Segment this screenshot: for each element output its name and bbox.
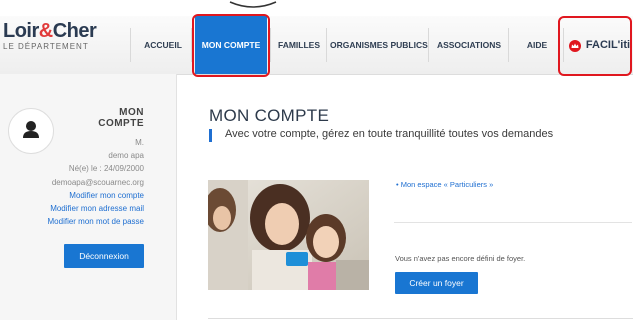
nav-separator (130, 28, 131, 62)
logo-title: Loir&Cher (3, 20, 97, 42)
nav-separator (326, 28, 327, 62)
nav-item-organismes-publics[interactable]: ORGANISMES PUBLICS (330, 16, 428, 74)
divider (394, 222, 632, 223)
user-email: demoapa@scouarnec.org (51, 178, 144, 187)
link-modify-account[interactable]: Modifier mon compte (69, 191, 144, 200)
top-decoration (229, 1, 277, 8)
account-sidebar: MON COMPTE M. demo apa Né(e) le : 24/09/… (0, 74, 177, 320)
nav-item-accueil[interactable]: ACCUEIL (136, 16, 190, 74)
user-name: demo apa (108, 151, 144, 160)
page-title: MON COMPTE (209, 106, 330, 125)
divider (208, 318, 633, 319)
highlight-mon-compte (192, 14, 270, 77)
user-birthdate: Né(e) le : 24/09/2000 (68, 164, 144, 173)
family-photo (208, 180, 369, 290)
link-mon-espace[interactable]: • Mon espace « Particuliers » (396, 180, 493, 189)
nav-item-familles[interactable]: FAMILLES (273, 16, 325, 74)
nav-separator (270, 28, 271, 62)
user-icon (23, 121, 39, 138)
highlight-facil-iti (558, 16, 632, 76)
intro-accent-bar (209, 129, 212, 142)
nav-separator (508, 28, 509, 62)
sidebar-title: MON COMPTE (98, 107, 144, 129)
create-foyer-button[interactable]: Créer un foyer (395, 272, 478, 294)
link-modify-email[interactable]: Modifier mon adresse mail (50, 204, 144, 213)
intro-text: Avec votre compte, gérez en toute tranqu… (225, 128, 554, 140)
nav-item-associations[interactable]: ASSOCIATIONS (432, 16, 506, 74)
logout-button[interactable]: Déconnexion (64, 244, 144, 268)
avatar (8, 108, 54, 154)
no-foyer-text: Vous n'avez pas encore défini de foyer. (395, 254, 526, 263)
link-modify-password[interactable]: Modifier mon mot de passe (48, 217, 145, 226)
nav-item-aide[interactable]: AIDE (512, 16, 562, 74)
logo-subtitle: LE DÉPARTEMENT (3, 42, 89, 51)
site-header: Loir&Cher LE DÉPARTEMENT ACCUEIL MON COM… (0, 16, 633, 75)
user-civility: M. (135, 138, 144, 147)
logo[interactable]: Loir&Cher LE DÉPARTEMENT (3, 20, 97, 51)
nav-separator (428, 28, 429, 62)
